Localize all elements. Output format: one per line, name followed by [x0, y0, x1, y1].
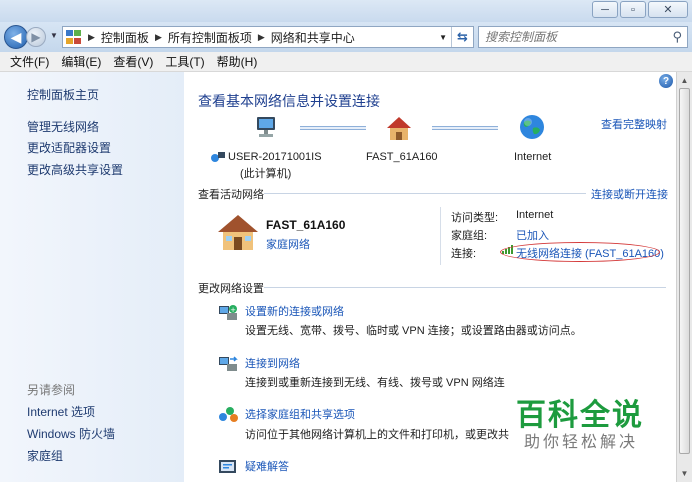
sidebar-item-control-panel-home[interactable]: 控制面板主页	[27, 86, 99, 103]
sidebar-item-homegroup[interactable]: 家庭组	[27, 447, 63, 464]
access-type-label: 访问类型:	[451, 212, 499, 224]
address-dropdown-icon[interactable]: ▼	[439, 33, 447, 42]
homegroup-joined-link[interactable]: 已加入	[516, 227, 549, 243]
search-input[interactable]	[485, 27, 660, 47]
active-networks-heading: 查看活动网络	[198, 189, 264, 201]
sidebar-item-adapter-settings[interactable]: 更改适配器设置	[27, 139, 111, 156]
refresh-icon[interactable]: ⇆	[451, 27, 473, 47]
sidebar-item-firewall[interactable]: Windows 防火墙	[27, 425, 115, 442]
column-divider	[440, 207, 441, 265]
connect-to-network-link[interactable]: 连接到网络	[245, 355, 300, 371]
map-network-name[interactable]: FAST_61A160	[366, 151, 438, 163]
scroll-up-icon[interactable]: ▲	[677, 73, 692, 87]
connect-network-icon	[219, 356, 238, 371]
chevron-right-icon: ▶	[257, 31, 265, 42]
page-title: 查看基本网络信息并设置连接	[198, 93, 380, 109]
computer-name: USER-20171001IS	[228, 151, 322, 163]
menu-file[interactable]: 文件(F)	[4, 53, 55, 70]
computer-subtitle: (此计算机)	[240, 168, 292, 180]
troubleshoot-link[interactable]: 疑难解答	[245, 458, 289, 474]
chevron-right-icon: ▶	[88, 31, 95, 42]
connection-line	[300, 126, 366, 130]
view-full-map-link[interactable]: 查看完整映射	[601, 116, 667, 132]
home-network-icon	[218, 215, 258, 250]
scroll-down-icon[interactable]: ▼	[677, 466, 692, 480]
navigation-bar: ◀ ▶ ▼ ▶ 控制面板 ▶ 所有控制面板项 ▶ 网络和共享中心 ▼ ⇆ ⚲	[0, 22, 692, 52]
forward-button[interactable]: ▶	[26, 27, 46, 47]
sidebar-item-internet-options[interactable]: Internet 选项	[27, 403, 95, 420]
control-panel-icon	[66, 30, 82, 44]
map-internet-label[interactable]: Internet	[514, 151, 551, 163]
menu-edit[interactable]: 编辑(E)	[55, 53, 107, 70]
menu-bar: 文件(F) 编辑(E) 查看(V) 工具(T) 帮助(H)	[0, 52, 692, 72]
watermark-subtitle: 助你轻松解决	[524, 434, 639, 451]
connect-to-network-desc: 连接到或重新连接到无线、有线、拨号或 VPN 网络连	[245, 377, 505, 389]
sidebar-item-manage-wireless[interactable]: 管理无线网络	[27, 118, 99, 135]
connection-line	[432, 126, 498, 130]
homegroup-sharing-icon	[219, 407, 238, 422]
troubleshoot-icon	[219, 460, 236, 473]
section-divider	[264, 287, 666, 288]
connection-label: 连接:	[451, 248, 477, 260]
search-icon[interactable]: ⚲	[672, 29, 682, 45]
breadcrumb-network-center[interactable]: 网络和共享中心	[271, 29, 355, 46]
computer-icon	[257, 117, 275, 137]
breadcrumb-control-panel[interactable]: 控制面板	[101, 29, 149, 46]
active-network-name: FAST_61A160	[266, 218, 346, 232]
help-icon[interactable]: ?	[659, 74, 673, 88]
network-type-link[interactable]: 家庭网络	[266, 236, 310, 252]
setup-new-connection-desc: 设置无线、宽带、拨号、临时或 VPN 连接；或设置路由器或访问点。	[245, 325, 582, 337]
new-connection-icon: +	[219, 305, 237, 320]
vertical-scrollbar[interactable]: ▲ ▼	[676, 72, 692, 482]
menu-help[interactable]: 帮助(H)	[211, 53, 264, 70]
close-button[interactable]: ✕	[648, 1, 688, 18]
scrollbar-thumb[interactable]	[679, 88, 690, 454]
section-divider	[264, 193, 586, 194]
recent-pages-dropdown-icon[interactable]: ▼	[50, 31, 58, 40]
minimize-button[interactable]: ─	[592, 1, 618, 18]
home-network-icon	[387, 117, 411, 140]
sidebar-item-advanced-sharing[interactable]: 更改高级共享设置	[27, 161, 123, 178]
address-bar[interactable]: ▶ 控制面板 ▶ 所有控制面板项 ▶ 网络和共享中心 ▼ ⇆	[62, 26, 474, 48]
menu-tools[interactable]: 工具(T)	[159, 53, 210, 70]
see-also-heading: 另请参阅	[27, 383, 76, 397]
change-settings-heading: 更改网络设置	[198, 283, 264, 295]
network-adapter-icon	[211, 152, 225, 162]
connect-disconnect-link[interactable]: 连接或断开连接	[591, 186, 668, 202]
chevron-right-icon: ▶	[154, 31, 162, 42]
window-controls: ─ ▫ ✕	[592, 1, 688, 18]
back-button[interactable]: ◀	[4, 25, 28, 49]
highlight-circle	[500, 242, 660, 262]
breadcrumb-all-items[interactable]: 所有控制面板项	[168, 29, 252, 46]
access-type-value: Internet	[516, 209, 554, 221]
menu-view[interactable]: 查看(V)	[107, 53, 159, 70]
homegroup-sharing-link[interactable]: 选择家庭组和共享选项	[245, 406, 355, 422]
svg-text:+: +	[230, 306, 236, 314]
title-bar: ─ ▫ ✕	[0, 0, 692, 22]
homegroup-label: 家庭组:	[451, 230, 488, 242]
internet-globe-icon	[520, 115, 544, 139]
maximize-button[interactable]: ▫	[620, 1, 646, 18]
search-box: ⚲	[478, 26, 688, 48]
sidebar: 控制面板主页 管理无线网络 更改适配器设置 更改高级共享设置 另请参阅 Inte…	[0, 72, 184, 482]
homegroup-sharing-desc: 访问位于其他网络计算机上的文件和打印机，或更改共	[245, 429, 509, 441]
setup-new-connection-link[interactable]: 设置新的连接或网络	[245, 303, 344, 319]
